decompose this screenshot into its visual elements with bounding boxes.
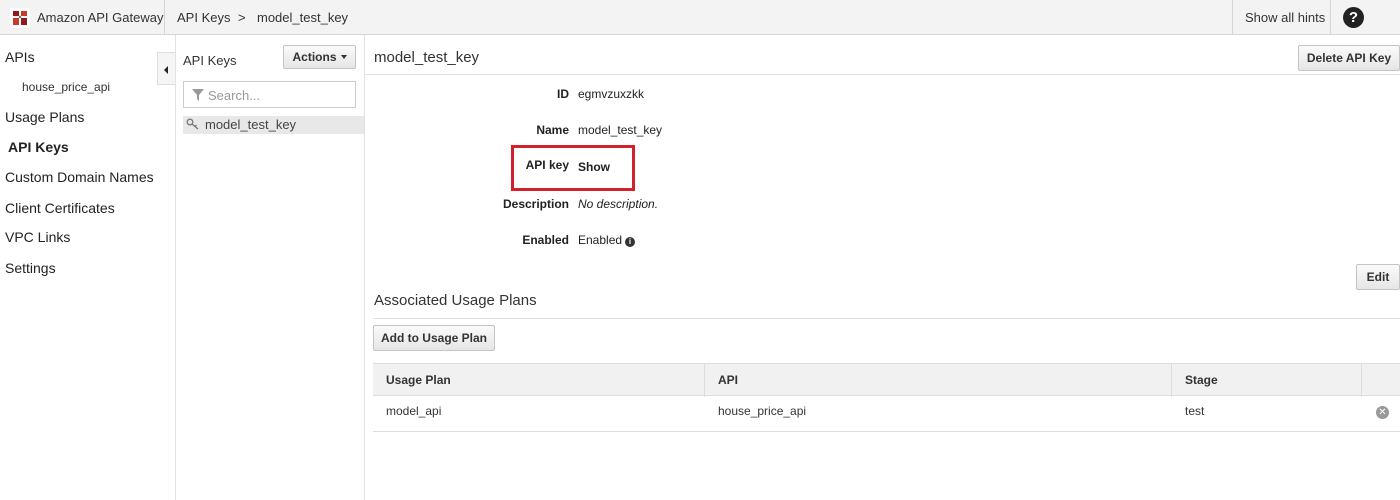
field-value-name: model_test_key: [578, 123, 663, 137]
show-all-hints-button[interactable]: Show all hints: [1245, 10, 1325, 25]
sidebar-item-usage-plans[interactable]: Usage Plans: [5, 109, 84, 125]
search-input[interactable]: [208, 87, 348, 103]
add-to-usage-plan-button[interactable]: Add to Usage Plan: [373, 325, 495, 351]
field-label-enabled: Enabled: [522, 233, 569, 247]
show-api-key-link[interactable]: Show: [578, 160, 610, 174]
sidebar-item-settings[interactable]: Settings: [5, 260, 56, 276]
divider: [1361, 364, 1362, 397]
info-icon[interactable]: i: [625, 237, 636, 247]
divider: [175, 35, 176, 500]
app-title[interactable]: Amazon API Gateway: [37, 10, 163, 25]
sidebar-item-client-certificates[interactable]: Client Certificates: [5, 200, 115, 216]
sidebar-item-apis[interactable]: APIs: [5, 49, 35, 65]
search-box: [183, 81, 356, 108]
edit-button[interactable]: Edit: [1356, 264, 1400, 290]
field-value-description: No description.: [578, 197, 659, 211]
top-bar: Amazon API Gateway API Keys > model_test…: [0, 0, 1400, 35]
remove-icon[interactable]: ✕: [1376, 406, 1389, 419]
delete-api-key-button[interactable]: Delete API Key: [1298, 45, 1400, 71]
divider: [164, 0, 165, 35]
table-header: Usage Plan API Stage: [373, 363, 1400, 397]
sidebar-item-house-price-api[interactable]: house_price_api: [22, 80, 110, 94]
section-title: Associated Usage Plans: [374, 292, 537, 309]
field-label-name: Name: [536, 123, 569, 137]
field-value-enabled: Enabled i: [578, 233, 636, 247]
field-label-api-key: API key: [525, 158, 569, 172]
divider: [1232, 0, 1233, 35]
sidebar-item-custom-domain-names[interactable]: Custom Domain Names: [5, 169, 154, 185]
filter-icon: [192, 89, 204, 101]
actions-label: Actions: [292, 50, 337, 64]
divider: [373, 431, 1400, 432]
page-title: model_test_key: [374, 49, 480, 66]
divider: [1171, 364, 1172, 397]
sidebar-item-vpc-links[interactable]: VPC Links: [5, 229, 70, 245]
list-item[interactable]: model_test_key: [183, 116, 364, 134]
divider: [704, 364, 705, 397]
collapse-sidebar-icon[interactable]: [157, 52, 175, 85]
field-value-id: egmvzuxzkk: [578, 87, 645, 101]
breadcrumb-current: model_test_key: [257, 10, 349, 25]
field-label-description: Description: [502, 197, 569, 211]
field-label-id: ID: [557, 87, 569, 101]
key-icon: [186, 118, 199, 130]
column-header-api[interactable]: API: [718, 373, 738, 387]
cell-stage: test: [1185, 404, 1205, 418]
cell-api: house_price_api: [718, 404, 807, 418]
column-header-usage-plan[interactable]: Usage Plan: [386, 373, 451, 387]
caret-down-icon: [340, 55, 347, 59]
divider: [365, 74, 1400, 75]
column-header-stage[interactable]: Stage: [1185, 373, 1218, 387]
actions-dropdown-button[interactable]: Actions: [283, 45, 356, 69]
api-gateway-logo-icon[interactable]: [10, 8, 30, 28]
divider: [1330, 0, 1331, 35]
breadcrumb-separator: >: [238, 10, 246, 25]
keys-panel-title: API Keys: [183, 53, 237, 68]
breadcrumb-api-keys[interactable]: API Keys: [177, 10, 230, 25]
enabled-text: Enabled: [578, 233, 623, 247]
list-item-label: model_test_key: [205, 117, 297, 132]
cell-usage-plan: model_api: [386, 404, 442, 418]
sidebar-item-api-keys[interactable]: API Keys: [8, 139, 69, 155]
help-icon[interactable]: ?: [1343, 7, 1364, 28]
divider: [373, 318, 1400, 319]
divider: [364, 35, 365, 500]
